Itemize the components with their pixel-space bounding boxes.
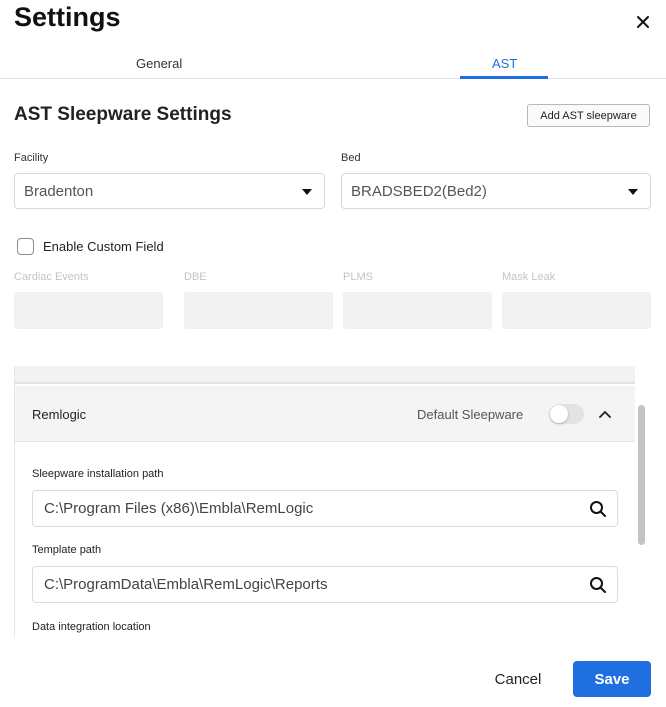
mask-leak-input[interactable] bbox=[502, 292, 651, 329]
data-integration-label: Data integration location bbox=[32, 621, 151, 633]
mask-leak-label: Mask Leak bbox=[502, 271, 556, 283]
active-tab-indicator bbox=[460, 76, 548, 79]
tab-bar: General AST bbox=[0, 50, 666, 79]
sleepware-name: Remlogic bbox=[32, 407, 87, 422]
dbe-label: DBE bbox=[184, 271, 207, 283]
sleepware-panel-header[interactable]: Remlogic Default Sleepware bbox=[15, 386, 635, 442]
tab-ast[interactable]: AST bbox=[492, 56, 517, 71]
cardiac-events-input[interactable] bbox=[14, 292, 163, 329]
installation-path-value: C:\Program Files (x86)\Embla\RemLogic bbox=[44, 500, 314, 517]
facility-label: Facility bbox=[14, 152, 49, 164]
template-path-value: C:\ProgramData\Embla\RemLogic\Reports bbox=[44, 576, 328, 593]
enable-custom-field-checkbox[interactable] bbox=[17, 238, 34, 255]
bed-value: BRADSBED2(Bed2) bbox=[351, 182, 487, 200]
chevron-up-icon bbox=[599, 411, 611, 418]
search-icon[interactable] bbox=[589, 576, 607, 594]
close-button[interactable] bbox=[631, 10, 655, 34]
installation-path-label: Sleepware installation path bbox=[32, 468, 164, 480]
facility-value: Bradenton bbox=[24, 182, 94, 200]
section-title: AST Sleepware Settings bbox=[14, 104, 232, 125]
save-button[interactable]: Save bbox=[573, 661, 651, 697]
cancel-button[interactable]: Cancel bbox=[486, 661, 550, 697]
cardiac-events-label: Cardiac Events bbox=[14, 271, 89, 283]
previous-panel-edge bbox=[15, 366, 635, 384]
close-icon bbox=[637, 16, 649, 28]
bed-label: Bed bbox=[341, 152, 361, 164]
page-title: Settings bbox=[14, 2, 121, 32]
collapse-button[interactable] bbox=[595, 404, 615, 424]
default-sleepware-label: Default Sleepware bbox=[417, 407, 524, 422]
default-sleepware-toggle[interactable] bbox=[549, 404, 584, 424]
plms-input[interactable] bbox=[343, 292, 492, 329]
plms-label: PLMS bbox=[343, 271, 373, 283]
toggle-knob bbox=[550, 405, 568, 423]
caret-down-icon bbox=[302, 189, 312, 195]
template-path-input[interactable]: C:\ProgramData\Embla\RemLogic\Reports bbox=[32, 566, 618, 603]
bed-select[interactable]: BRADSBED2(Bed2) bbox=[341, 173, 651, 209]
add-ast-sleepware-button[interactable]: Add AST sleepware bbox=[527, 104, 650, 127]
sleepware-panel: Remlogic Default Sleepware Sleepware ins… bbox=[14, 366, 635, 637]
tab-general[interactable]: General bbox=[136, 56, 182, 71]
facility-select[interactable]: Bradenton bbox=[14, 173, 325, 209]
installation-path-input[interactable]: C:\Program Files (x86)\Embla\RemLogic bbox=[32, 490, 618, 527]
dbe-input[interactable] bbox=[184, 292, 333, 329]
template-path-label: Template path bbox=[32, 544, 102, 556]
scrollbar-thumb[interactable] bbox=[638, 405, 645, 545]
enable-custom-field-label: Enable Custom Field bbox=[43, 239, 164, 254]
search-icon[interactable] bbox=[589, 500, 607, 518]
caret-down-icon bbox=[628, 189, 638, 195]
